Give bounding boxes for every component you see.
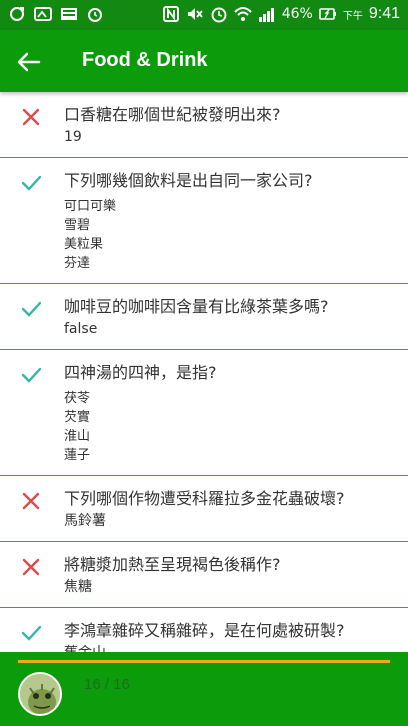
answer-text: 淮山 — [64, 429, 91, 444]
check-icon — [20, 172, 42, 194]
check-icon — [20, 364, 42, 386]
question-text: 下列哪個作物遭受科羅拉多金花蟲破壞? — [64, 489, 345, 508]
list-item[interactable]: 將糖漿加熱至呈現褐色後稱作? 焦糖 — [0, 542, 408, 608]
cross-icon — [20, 106, 42, 128]
clock-time: 9:41 — [368, 5, 400, 22]
answer-text: false — [64, 321, 98, 337]
question-text: 四神湯的四神，是指? — [64, 363, 217, 382]
cross-icon — [20, 556, 42, 578]
mute-icon — [186, 5, 204, 23]
question-text: 李鴻章雜碎又稱雜碎，是在何處被研製? — [64, 621, 345, 640]
question-text: 口香糖在哪個世紀被發明出來? — [64, 105, 281, 124]
answer-list: false — [64, 320, 398, 339]
app-bar: Food & Drink — [0, 30, 408, 92]
question-text: 將糖漿加熱至呈現褐色後稱作? — [64, 555, 281, 574]
answer-list: 舊金山 — [64, 644, 398, 652]
answer-text: 可口可樂 — [64, 199, 117, 214]
back-button[interactable] — [14, 47, 44, 77]
battery-icon — [319, 5, 337, 23]
question-text: 下列哪幾個飲料是出自同一家公司? — [64, 171, 313, 190]
answer-text: 芡實 — [64, 410, 91, 425]
answer-text: 雪碧 — [64, 218, 91, 233]
wifi-icon — [234, 5, 252, 23]
answer-list: 焦糖 — [64, 578, 398, 597]
signal-icon — [258, 5, 276, 23]
answer-list: 可口可樂雪碧美粒果芬達 — [64, 197, 398, 273]
answer-text: 舊金山 — [64, 644, 398, 652]
progress-line — [18, 660, 390, 663]
answer-list: 19 — [64, 128, 398, 147]
answer-text: 蓮子 — [64, 448, 91, 463]
results-list[interactable]: 口香糖在哪個世紀被發明出來? 19 下列哪幾個飲料是出自同一家公司? 可口可樂雪碧美粒… — [0, 92, 408, 652]
nfc-icon — [162, 5, 180, 23]
alarm-icon — [86, 5, 104, 23]
page-title: Food & Drink — [82, 49, 208, 71]
list-item[interactable]: 下列哪幾個飲料是出自同一家公司? 可口可樂雪碧美粒果芬達 — [0, 158, 408, 284]
check-icon — [20, 622, 42, 644]
list-item[interactable]: 口香糖在哪個世紀被發明出來? 19 — [0, 92, 408, 158]
battery-percent: 46% — [281, 6, 313, 22]
check-icon — [20, 298, 42, 320]
time-prefix: 下午 — [342, 10, 363, 22]
arrow-left-icon — [17, 52, 41, 72]
status-bar: 46% 下午 9:41 — [0, 0, 408, 30]
answer-text: 芬達 — [64, 256, 91, 271]
clock-icon — [210, 5, 228, 23]
screen-icon — [60, 5, 78, 23]
list-item[interactable]: 咖啡豆的咖啡因含量有比綠茶葉多嗎? false — [0, 284, 408, 350]
photo-icon — [34, 5, 52, 23]
lizard-avatar-icon — [20, 674, 60, 714]
answer-list: 茯苓 芡實 淮山 蓮子 — [64, 389, 398, 465]
answer-list: 馬鈴薯 — [64, 512, 398, 531]
bottom-bar: 16 / 16 — [0, 652, 408, 726]
answer-text: 美粒果 — [64, 237, 104, 252]
system-status: 46% 下午 9:41 — [162, 5, 400, 23]
answer-text: 19 — [64, 129, 82, 145]
answer-text: 茯苓 — [64, 391, 91, 406]
sync-icon — [8, 5, 26, 23]
list-item[interactable]: 李鴻章雜碎又稱雜碎，是在何處被研製? 舊金山 — [0, 608, 408, 652]
list-item[interactable]: 下列哪個作物遭受科羅拉多金花蟲破壞? 馬鈴薯 — [0, 476, 408, 542]
answer-text: 馬鈴薯 — [64, 513, 106, 529]
avatar[interactable] — [18, 672, 62, 716]
list-item[interactable]: 四神湯的四神，是指? 茯苓芡實淮山蓮子 — [0, 350, 408, 476]
score-text: 16 / 16 — [84, 676, 130, 693]
question-text: 咖啡豆的咖啡因含量有比綠茶葉多嗎? — [64, 297, 329, 316]
answer-text: 焦糖 — [64, 579, 92, 595]
cross-icon — [20, 490, 42, 512]
notification-icons — [8, 5, 104, 23]
